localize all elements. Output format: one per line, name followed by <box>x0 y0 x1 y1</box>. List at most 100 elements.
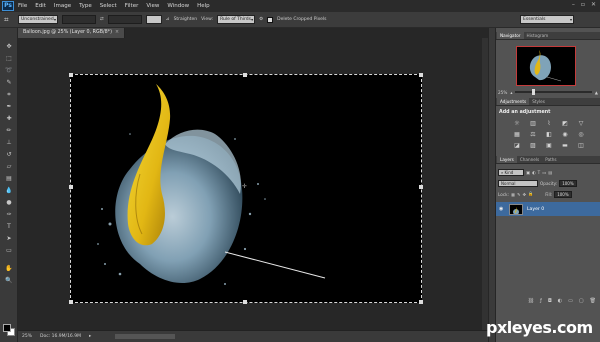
tab-adjustments[interactable]: Adjustments <box>497 98 530 105</box>
lasso-tool-icon[interactable]: ➰ <box>4 66 14 75</box>
tab-styles[interactable]: Styles <box>529 98 548 105</box>
kind-filter-dropdown[interactable]: ⌕ Kind <box>498 168 524 176</box>
close-icon[interactable]: × <box>115 30 119 35</box>
crop-handle-bottom-left[interactable] <box>69 300 73 304</box>
exposure-icon[interactable]: ◩ <box>560 120 570 128</box>
shape-tool-icon[interactable]: ▭ <box>4 246 14 255</box>
maximize-button[interactable]: ▫ <box>581 1 585 8</box>
black-white-icon[interactable]: ◧ <box>544 131 554 139</box>
link-icon[interactable]: ⛓ <box>528 298 534 308</box>
color-swatches[interactable] <box>3 324 15 336</box>
zoom-in-icon[interactable]: ▲ <box>595 90 598 95</box>
folder-icon[interactable]: ▭ <box>568 298 573 308</box>
zoom-tool-icon[interactable]: 🔍 <box>4 276 14 285</box>
crop-handle-left[interactable] <box>69 185 73 189</box>
type-tool-icon[interactable]: T <box>4 222 14 231</box>
filter-pixel-icon[interactable]: ▣ <box>526 170 530 175</box>
channel-mixer-icon[interactable]: ◎ <box>576 131 586 139</box>
view-dropdown[interactable]: Rule of Thirds ▾ <box>217 15 256 24</box>
color-balance-icon[interactable]: ⚖ <box>528 131 538 139</box>
brush-tool-icon[interactable]: ✏ <box>4 126 14 135</box>
fill-field[interactable]: 100% <box>554 190 572 198</box>
lock-move-icon[interactable]: ✥ <box>522 192 526 197</box>
crop-box[interactable] <box>69 73 423 304</box>
straighten-icon[interactable]: ⊿ <box>166 17 170 22</box>
crop-handle-top-right[interactable] <box>419 73 423 77</box>
clone-stamp-tool-icon[interactable]: ⊥ <box>4 138 14 147</box>
zoom-level[interactable]: 25% <box>22 334 32 339</box>
swap-icon[interactable]: ⇄ <box>100 17 104 22</box>
lock-brush-icon[interactable]: ✎ <box>517 192 521 197</box>
crop-tool-icon[interactable]: ⌗ <box>4 15 14 25</box>
zoom-slider-knob[interactable] <box>532 89 536 95</box>
move-tool-icon[interactable]: ✥ <box>4 42 14 51</box>
marquee-tool-icon[interactable]: ⬚ <box>4 54 14 63</box>
zoom-slider[interactable] <box>515 89 592 95</box>
menu-filter[interactable]: Filter <box>125 3 139 9</box>
width-field[interactable] <box>62 15 96 24</box>
levels-icon[interactable]: ▥ <box>528 120 538 128</box>
posterize-icon[interactable]: ▨ <box>528 142 538 150</box>
photo-filter-icon[interactable]: ◉ <box>560 131 570 139</box>
tab-paths[interactable]: Paths <box>542 156 559 163</box>
vibrance-icon[interactable]: ▽ <box>576 120 586 128</box>
filter-type-icon[interactable]: T <box>538 170 541 175</box>
eraser-tool-icon[interactable]: ▱ <box>4 162 14 171</box>
workspace-dropdown[interactable]: Essentials ▾ <box>520 15 574 24</box>
delete-cropped-checkbox[interactable] <box>267 16 274 23</box>
zoom-out-icon[interactable]: ▴ <box>510 90 512 95</box>
lock-transparent-icon[interactable]: ▦ <box>511 192 515 197</box>
foreground-color-swatch[interactable] <box>3 324 11 332</box>
filter-adjustment-icon[interactable]: ◐ <box>532 170 536 175</box>
collapsed-panel-dock[interactable] <box>488 28 496 342</box>
ratio-dropdown[interactable]: Unconstrained ▾ <box>18 15 58 24</box>
brightness-contrast-icon[interactable]: ☼ <box>512 120 522 128</box>
menu-type[interactable]: Type <box>79 3 92 9</box>
adjustment-layer-icon[interactable]: ◐ <box>558 298 562 308</box>
gradient-tool-icon[interactable]: ▤ <box>4 174 14 183</box>
dodge-tool-icon[interactable]: ● <box>4 198 14 207</box>
history-brush-tool-icon[interactable]: ↺ <box>4 150 14 159</box>
threshold-icon[interactable]: ▣ <box>544 142 554 150</box>
eye-icon[interactable]: ◉ <box>499 206 505 212</box>
horizontal-scrollbar[interactable] <box>115 334 176 339</box>
opacity-field[interactable]: 100% <box>559 179 577 187</box>
document-tab[interactable]: Balloon.jpg @ 25% (Layer 0, RGB/8*) × <box>18 28 125 38</box>
menu-window[interactable]: Window <box>167 3 189 9</box>
menu-view[interactable]: View <box>146 3 159 9</box>
gradient-map-icon[interactable]: ▬ <box>560 142 570 150</box>
hue-saturation-icon[interactable]: ▦ <box>512 131 522 139</box>
menu-image[interactable]: Image <box>54 3 71 9</box>
crop-tool-icon[interactable]: ⌗ <box>4 90 14 99</box>
lock-all-icon[interactable]: 🔒 <box>528 191 533 197</box>
crop-handle-bottom[interactable] <box>243 300 247 304</box>
crop-handle-bottom-right[interactable] <box>419 300 423 304</box>
blur-tool-icon[interactable]: 💧 <box>4 186 14 195</box>
fx-icon[interactable]: ƒ <box>540 298 542 308</box>
status-menu-icon[interactable]: ▸ <box>89 334 91 339</box>
mask-icon[interactable]: ◘ <box>548 298 552 308</box>
menu-edit[interactable]: Edit <box>35 3 46 9</box>
menu-help[interactable]: Help <box>197 3 210 9</box>
path-select-tool-icon[interactable]: ➤ <box>4 234 14 243</box>
new-layer-icon[interactable]: ▢ <box>579 298 584 308</box>
tab-channels[interactable]: Channels <box>517 156 542 163</box>
quick-select-tool-icon[interactable]: ✎ <box>4 78 14 87</box>
height-field[interactable] <box>107 15 142 24</box>
layer-row[interactable]: ◉ Layer 0 <box>496 202 600 216</box>
menu-file[interactable]: File <box>18 3 27 9</box>
healing-tool-icon[interactable]: ✚ <box>4 114 14 123</box>
pen-tool-icon[interactable]: ✑ <box>4 210 14 219</box>
document-size[interactable]: Doc: 16.9M/16.9M <box>40 334 81 339</box>
minimize-button[interactable]: – <box>572 1 575 8</box>
eyedropper-tool-icon[interactable]: ✒ <box>4 102 14 111</box>
close-button[interactable]: ✕ <box>591 1 596 8</box>
crop-handle-top-left[interactable] <box>69 73 73 77</box>
blend-mode-dropdown[interactable]: Normal <box>498 179 538 187</box>
crop-handle-top[interactable] <box>243 73 247 77</box>
tab-histogram[interactable]: Histogram <box>524 32 552 39</box>
selective-color-icon[interactable]: ◫ <box>576 142 586 150</box>
straighten-label[interactable]: Straighten <box>174 17 198 22</box>
curves-icon[interactable]: ⌇ <box>544 120 554 128</box>
filter-smart-icon[interactable]: ▤ <box>548 170 552 175</box>
